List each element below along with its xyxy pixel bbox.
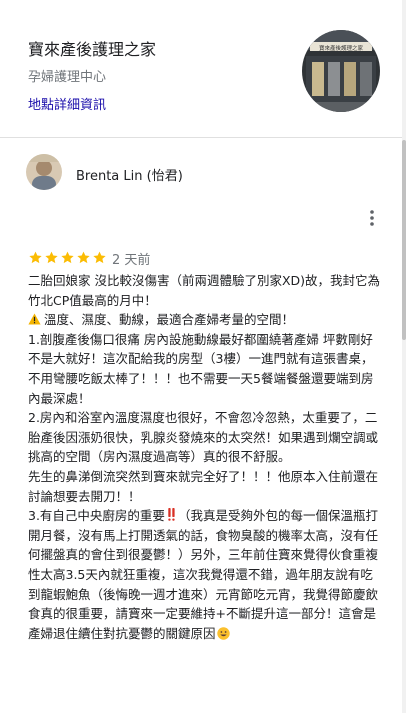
place-category: 孕婦護理中心 <box>28 70 107 85</box>
review-card: Brenta Lin (怡君) 2 天前 二胎回娘家 沒比較沒傷害（前兩週體驗了… <box>0 138 404 713</box>
place-photo[interactable]: 寶來產後護理之家 <box>302 30 380 112</box>
review-author[interactable]: Brenta Lin (怡君) <box>76 165 183 184</box>
star-icon <box>93 251 106 264</box>
star-icon <box>45 251 58 264</box>
place-details-link[interactable]: 地點詳細資訊 <box>28 94 106 113</box>
star-icon <box>29 251 42 264</box>
star-icon <box>77 251 90 264</box>
review-date: 2 天前 <box>112 253 151 268</box>
review-paragraph: 1.剖腹產後傷口很痛 房內設施動線最好都圍繞著產婦 坪數剛好不是大就好！這次配給… <box>28 331 374 406</box>
review-paragraph-text: 3.有自己中央廚房的重要 <box>28 508 165 524</box>
review-paragraph: 先生的鼻涕倒流突然到寶來就完全好了！！！他原本入住前還在討論想要去開刀！！ <box>28 468 379 504</box>
warning-icon <box>28 311 41 325</box>
star-icon <box>61 251 74 264</box>
place-header: 寶來產後護理之家 孕婦護理中心 地點詳細資訊 寶來產後護理之家 <box>0 0 404 138</box>
review-paragraph-text: 溫度、濕度、動線，最適合產婦考量的空間！ <box>44 312 295 328</box>
double-exclamation-icon <box>168 507 175 521</box>
more-vert-icon[interactable] <box>362 206 382 232</box>
grinning-icon <box>216 626 230 640</box>
review-paragraph: 溫度、濕度、動線，最適合產婦考量的空間！ <box>28 310 384 330</box>
review-paragraph: 2.房內和浴室內溫度濕度也很好，不會忽冷忽熱，太重要了，二胎產後因漲奶很快，乳腺… <box>28 410 379 465</box>
star-rating <box>28 250 107 265</box>
place-name: 寶來產後護理之家 <box>28 40 157 59</box>
review-paragraph: 3.有自己中央廚房的重要 （我真是受夠外包的每一個保溫瓶打開月餐，沒有馬上打開透氣… <box>28 506 384 643</box>
review-text: 二胎回娘家 沒比較沒傷害（前兩週體驗了別家XD)故，我封它為竹北CP值最高的月中… <box>28 271 384 643</box>
review-paragraph-text: （我真是受夠外包的每一個保溫瓶打開月餐，沒有馬上打開透氣的話，食物臭酸的機率太高… <box>28 508 379 641</box>
avatar[interactable] <box>26 154 62 190</box>
review-paragraph: 二胎回娘家 沒比較沒傷害（前兩週體驗了別家XD)故，我封它為竹北CP值最高的月中… <box>28 273 381 308</box>
photo-sign-text: 寶來產後護理之家 <box>319 44 364 52</box>
